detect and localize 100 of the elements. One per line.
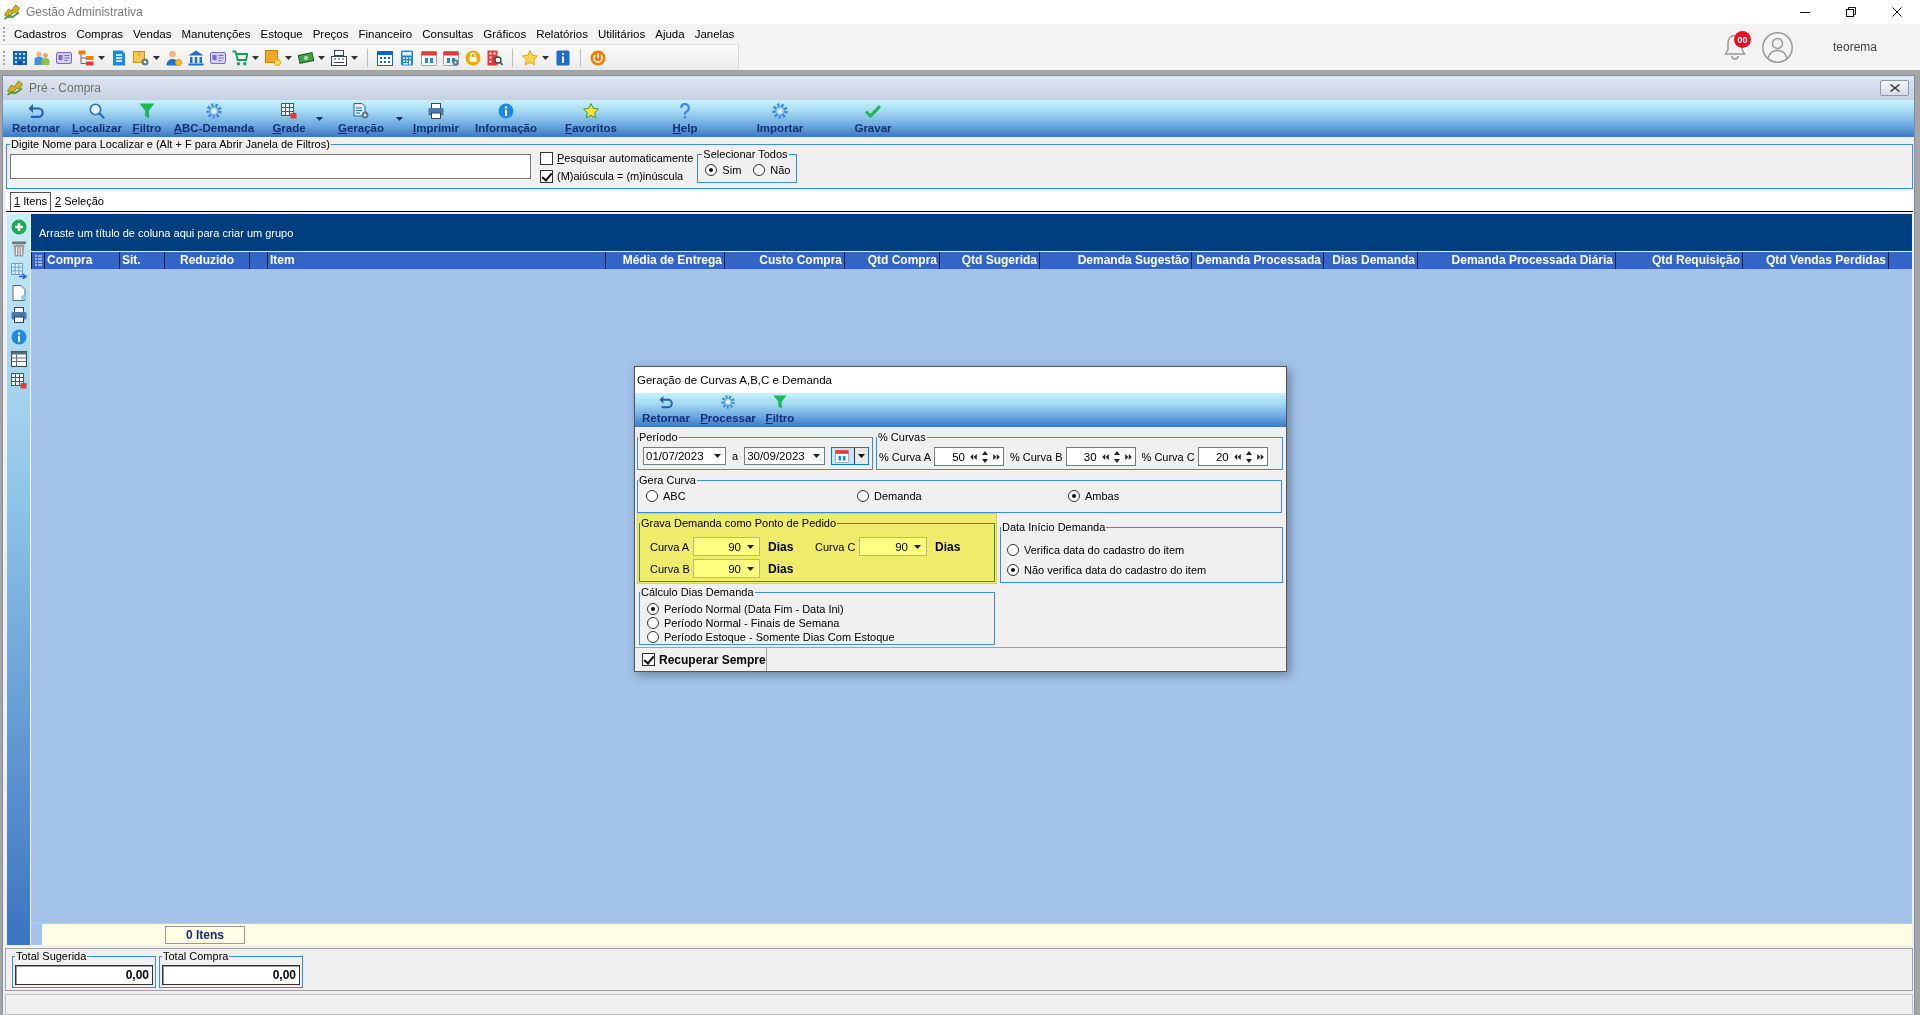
toolbar-button[interactable]: Gravar xyxy=(826,100,920,137)
caret-icon[interactable] xyxy=(396,116,403,121)
radio-button[interactable] xyxy=(705,164,718,176)
checkbox[interactable] xyxy=(540,151,553,165)
info-icon[interactable] xyxy=(555,49,571,66)
spin-field[interactable]: 20 xyxy=(1197,447,1268,466)
spinner-icon[interactable] xyxy=(1245,450,1252,463)
spinner-icon[interactable] xyxy=(1113,450,1120,463)
caret-icon[interactable] xyxy=(316,116,323,121)
menu-item[interactable]: Janelas xyxy=(689,27,740,41)
caret-icon[interactable] xyxy=(914,544,921,549)
table-icon[interactable] xyxy=(10,351,27,367)
grid-arrow-icon[interactable] xyxy=(10,263,27,279)
toolbar-button[interactable]: Geração xyxy=(326,100,396,137)
toolbar-button[interactable]: Processar xyxy=(698,393,758,427)
menu-item[interactable]: Vendas xyxy=(128,27,177,41)
tab[interactable]: 1 Itens xyxy=(10,192,52,211)
toolbar-button[interactable]: Favoritos xyxy=(546,100,636,137)
double-right-arrow-icon[interactable] xyxy=(1256,453,1264,460)
menu-item[interactable]: Ajuda xyxy=(650,27,690,41)
money-icon[interactable] xyxy=(298,49,314,66)
date-field[interactable]: 30/09/2023 xyxy=(744,447,826,465)
calendar-icon[interactable] xyxy=(421,49,437,66)
toolbar-button[interactable]: Informação xyxy=(466,100,546,137)
menu-item[interactable]: Compras xyxy=(71,27,129,41)
caret-icon[interactable] xyxy=(747,566,754,571)
add-icon[interactable] xyxy=(10,219,27,235)
dropdown-field[interactable]: 90 xyxy=(693,559,760,578)
dropdown-field[interactable]: 90 xyxy=(859,537,927,556)
hierarchy-icon[interactable] xyxy=(78,49,94,66)
caret-icon[interactable] xyxy=(542,55,549,60)
toolbar-button[interactable]: Retornar xyxy=(6,100,66,137)
toolbar-button[interactable]: ABC-Demanda xyxy=(166,100,262,137)
menu-item[interactable]: Estoque xyxy=(255,27,308,41)
id-card-icon[interactable] xyxy=(56,49,72,66)
caret-icon[interactable] xyxy=(813,454,821,458)
radio-button[interactable] xyxy=(647,631,659,643)
checkbox[interactable] xyxy=(642,653,655,666)
building-icon[interactable] xyxy=(12,49,28,66)
close-button[interactable] xyxy=(1880,80,1909,96)
menu-item[interactable]: Utilitários xyxy=(592,27,651,41)
radio-button[interactable] xyxy=(1068,490,1080,502)
cash-register-icon[interactable] xyxy=(331,49,347,66)
person-coin-icon[interactable] xyxy=(166,49,182,66)
radio-button[interactable] xyxy=(646,490,658,502)
printer-icon[interactable] xyxy=(10,307,27,323)
menu-item[interactable]: Gráficos xyxy=(478,27,532,41)
building-search-icon[interactable] xyxy=(487,49,503,66)
menu-item[interactable]: Cadastros xyxy=(9,27,72,41)
search-field[interactable] xyxy=(10,154,531,179)
people-icon[interactable] xyxy=(34,49,50,66)
caret-icon[interactable] xyxy=(318,55,325,60)
menu-item[interactable]: Manutenções xyxy=(176,27,256,41)
calendar-gear-icon[interactable] xyxy=(443,49,459,66)
checkbox[interactable] xyxy=(540,169,553,183)
date-field[interactable]: 01/07/2023 xyxy=(643,447,726,465)
radio-button[interactable] xyxy=(647,603,659,615)
menu-item[interactable]: Relatórios xyxy=(531,27,593,41)
minimize-icon[interactable] xyxy=(1800,11,1810,13)
toolbar-button[interactable]: Localizar xyxy=(66,100,128,137)
radio-button[interactable] xyxy=(753,164,766,176)
caret-icon[interactable] xyxy=(252,55,259,60)
radio-button[interactable] xyxy=(1007,564,1019,576)
column-chooser-icon[interactable] xyxy=(34,255,42,266)
power-icon[interactable] xyxy=(590,49,606,66)
caret-icon[interactable] xyxy=(285,55,292,60)
id-card-icon[interactable] xyxy=(210,49,226,66)
caret-icon[interactable] xyxy=(153,55,160,60)
calendar-button[interactable] xyxy=(831,447,870,465)
spinner-icon[interactable] xyxy=(981,450,988,463)
menu-item[interactable]: Consultas xyxy=(417,27,479,41)
document-icon[interactable] xyxy=(10,285,27,301)
toolbar-button[interactable]: Filtro xyxy=(128,100,166,137)
double-left-arrow-icon[interactable] xyxy=(1233,453,1241,460)
grid-icon[interactable] xyxy=(10,373,27,389)
caret-icon[interactable] xyxy=(98,55,105,60)
info-icon[interactable] xyxy=(10,329,27,345)
tab[interactable]: 2 Seleção xyxy=(51,192,108,211)
dropdown-field[interactable]: 90 xyxy=(693,537,760,556)
radio-button[interactable] xyxy=(647,617,659,629)
menu-item[interactable]: Financeiro xyxy=(353,27,418,41)
double-right-arrow-icon[interactable] xyxy=(992,453,1000,460)
document-icon[interactable] xyxy=(111,49,127,66)
toolbar-button[interactable]: Grade xyxy=(262,100,316,137)
menu-item[interactable]: Preços xyxy=(307,27,354,41)
bank-icon[interactable] xyxy=(188,49,204,66)
double-right-arrow-icon[interactable] xyxy=(1124,453,1132,460)
caret-icon[interactable] xyxy=(714,454,721,458)
double-left-arrow-icon[interactable] xyxy=(969,453,977,460)
close-icon[interactable] xyxy=(1892,7,1902,17)
toolbar-button[interactable]: Imprimir xyxy=(406,100,466,137)
package-icon[interactable] xyxy=(133,49,149,66)
restore-icon[interactable] xyxy=(1846,7,1856,17)
double-left-arrow-icon[interactable] xyxy=(1101,453,1109,460)
toolbar-button[interactable]: Help xyxy=(636,100,734,137)
calendar-grid-icon[interactable] xyxy=(377,49,393,66)
calculator-icon[interactable] xyxy=(399,49,415,66)
radio-button[interactable] xyxy=(857,490,869,502)
toolbar-button[interactable]: Filtro xyxy=(764,393,796,427)
user-icon[interactable] xyxy=(1761,31,1793,63)
